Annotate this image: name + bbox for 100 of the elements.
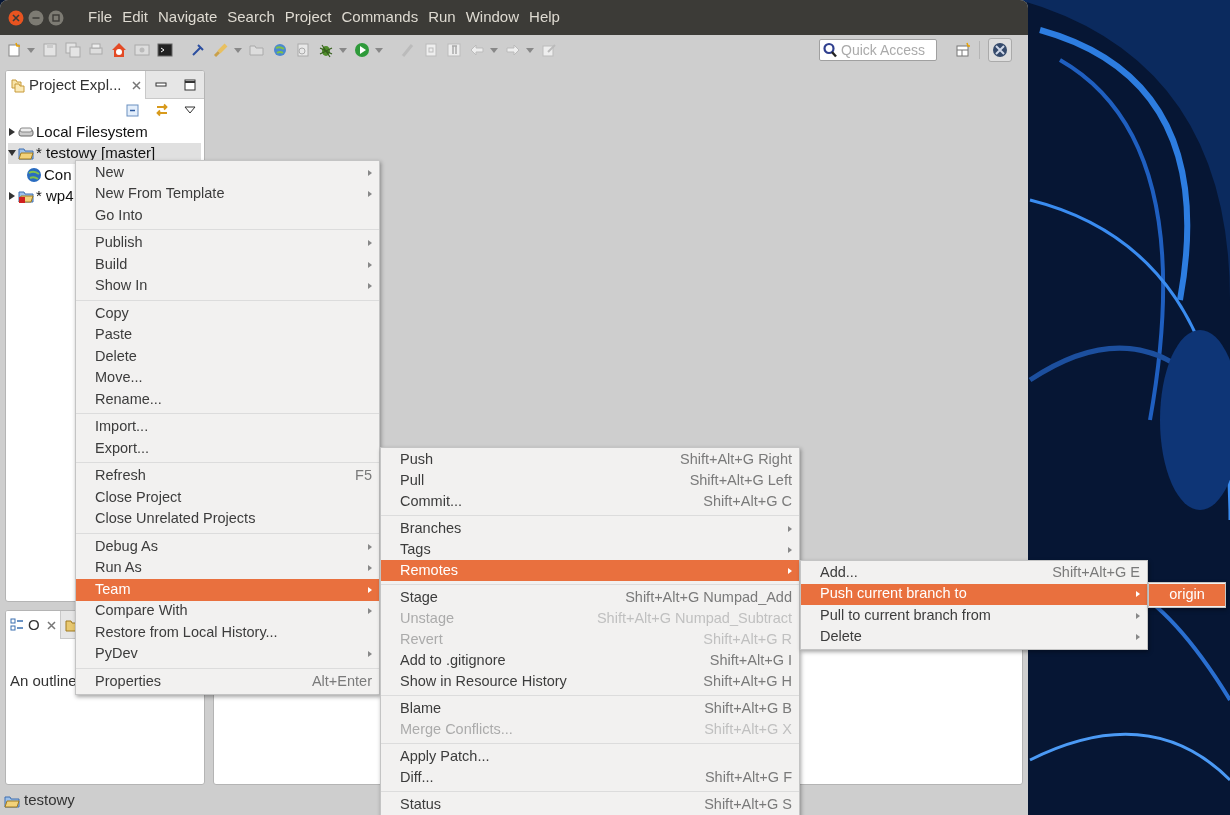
caret-icon[interactable] — [234, 47, 242, 53]
tree-item-label[interactable]: Con — [44, 163, 72, 186]
menu-item[interactable]: Delete — [801, 626, 1147, 648]
forward-icon[interactable] — [505, 42, 521, 58]
menu-item[interactable]: Compare With — [76, 600, 379, 622]
menu-item[interactable]: PyDev — [76, 643, 379, 665]
menu-bar-item[interactable]: Commands — [337, 6, 423, 29]
menu-item[interactable]: Build — [76, 254, 379, 276]
screen-icon[interactable] — [134, 42, 150, 58]
menu-item[interactable]: Run As — [76, 557, 379, 579]
link-icon[interactable] — [154, 102, 170, 118]
menu-item-label: PyDev — [95, 644, 138, 664]
perspective-icon[interactable] — [955, 42, 971, 58]
close-icon[interactable] — [8, 9, 24, 26]
maximize-icon[interactable] — [183, 78, 196, 91]
caret-icon[interactable] — [375, 47, 383, 53]
menu-item[interactable]: Close Unrelated Projects — [76, 508, 379, 530]
view-menu-icon[interactable] — [184, 106, 196, 114]
globe-icon[interactable] — [272, 42, 288, 58]
submenu-arrow-icon — [368, 240, 372, 247]
menu-item[interactable]: Restore from Local History... — [76, 622, 379, 644]
menu-item[interactable]: Tags — [381, 539, 799, 560]
caret-icon[interactable] — [27, 47, 35, 53]
menu-item[interactable]: Blame Shift+Alt+G B — [381, 698, 799, 719]
collapsed-arrow-icon[interactable] — [8, 127, 16, 136]
menu-item-label: Move... — [95, 368, 143, 388]
menu-item[interactable]: Apply Patch... — [381, 746, 799, 767]
outline-tab[interactable]: O — [6, 611, 61, 639]
minimize-icon[interactable] — [28, 9, 44, 26]
menu-item[interactable]: Pull to current branch from — [801, 605, 1147, 627]
menu-item[interactable]: Refresh F5 — [76, 465, 379, 487]
menu-item[interactable]: Move... — [76, 367, 379, 389]
brush-icon[interactable] — [213, 42, 229, 58]
menu-bar-item[interactable]: Navigate — [154, 6, 222, 29]
menu-item[interactable]: Properties Alt+Enter — [76, 671, 379, 693]
menu-item[interactable]: Show in Resource History Shift+Alt+G H — [381, 671, 799, 692]
run-icon[interactable] — [354, 42, 370, 58]
document-icon[interactable] — [295, 42, 311, 58]
collapsed-arrow-icon[interactable] — [8, 192, 16, 201]
collapse-all-icon[interactable] — [126, 103, 140, 117]
bug-icon[interactable] — [318, 42, 334, 58]
menu-item[interactable]: Add to .gitignore Shift+Alt+G I — [381, 650, 799, 671]
menu-bar-item[interactable]: Run — [424, 6, 460, 29]
menu-item[interactable]: Import... — [76, 416, 379, 438]
menu-item-label: Show in Resource History — [400, 671, 567, 691]
back-icon[interactable] — [469, 42, 485, 58]
menu-item[interactable]: Stage Shift+Alt+G Numpad_Add — [381, 587, 799, 608]
menu-item[interactable]: Export... — [76, 438, 379, 460]
menu-item[interactable]: Commit... Shift+Alt+G C — [381, 491, 799, 512]
project-explorer-tab[interactable]: Project Expl... — [6, 71, 146, 99]
menu-bar-item[interactable]: Window — [461, 6, 524, 29]
menu-item-label: Push current branch to — [820, 584, 967, 604]
menu-item-label: Unstage — [400, 608, 454, 628]
menu-bar-item[interactable]: Help — [525, 6, 564, 29]
menu-item[interactable]: New From Template — [76, 183, 379, 205]
menu-item[interactable]: Go Into — [76, 205, 379, 227]
page-icon[interactable] — [423, 42, 439, 58]
folder-open-icon[interactable] — [249, 42, 265, 58]
menu-bar-item[interactable]: Project — [280, 6, 336, 29]
menu-item[interactable]: Publish — [76, 232, 379, 254]
menu-item[interactable]: Pull Shift+Alt+G Left — [381, 470, 799, 491]
menu-item[interactable]: Paste — [76, 324, 379, 346]
globe-icon — [26, 166, 42, 183]
menu-item[interactable]: Add... Shift+Alt+G E — [801, 562, 1147, 584]
menu-bar-item[interactable]: Edit — [118, 6, 153, 29]
caret-icon[interactable] — [526, 47, 534, 53]
terminal-icon[interactable] — [157, 42, 173, 58]
menu-item-label: New From Template — [95, 184, 225, 204]
expanded-arrow-icon[interactable] — [8, 149, 16, 158]
menu-item-label: Debug As — [95, 536, 158, 556]
menu-item[interactable]: Push Shift+Alt+G Right — [381, 449, 799, 470]
menu-item-label: origin — [1169, 584, 1205, 604]
pencil-icon[interactable] — [541, 42, 557, 58]
close-icon[interactable] — [132, 80, 141, 90]
tree-item-label[interactable]: * wp4 — [36, 185, 74, 208]
save-icon[interactable] — [42, 42, 58, 58]
menu-item[interactable]: Rename... — [76, 389, 379, 411]
menu-item[interactable]: Delete — [76, 346, 379, 368]
new-file-icon[interactable] — [6, 42, 22, 58]
menu-item[interactable]: Close Project — [76, 487, 379, 509]
print-icon[interactable] — [88, 42, 104, 58]
perspective-button[interactable] — [988, 38, 1012, 62]
caret-icon[interactable] — [490, 47, 498, 53]
menu-item[interactable]: Diff... Shift+Alt+G F — [381, 767, 799, 788]
close-icon[interactable] — [46, 620, 56, 630]
menu-item[interactable]: Show In — [76, 275, 379, 297]
menu-item[interactable]: Copy — [76, 303, 379, 325]
menu-item[interactable]: Status Shift+Alt+G S — [381, 794, 799, 815]
menu-bar-item[interactable]: Search — [223, 6, 279, 29]
menu-bar-item[interactable]: File — [84, 6, 117, 29]
caret-icon[interactable] — [339, 47, 347, 53]
quick-access-field[interactable]: Quick Access — [819, 39, 937, 61]
save-all-icon[interactable] — [65, 42, 81, 58]
menu-item[interactable]: New — [76, 162, 379, 184]
submenu-arrow-icon — [1136, 612, 1140, 619]
submenu-arrow-icon — [788, 546, 792, 553]
submenu-arrow-icon — [368, 191, 372, 198]
menu-item[interactable]: Debug As — [76, 536, 379, 558]
menu-item[interactable]: Branches — [381, 518, 799, 539]
tree-item-label[interactable]: Local Filesystem — [36, 120, 148, 143]
